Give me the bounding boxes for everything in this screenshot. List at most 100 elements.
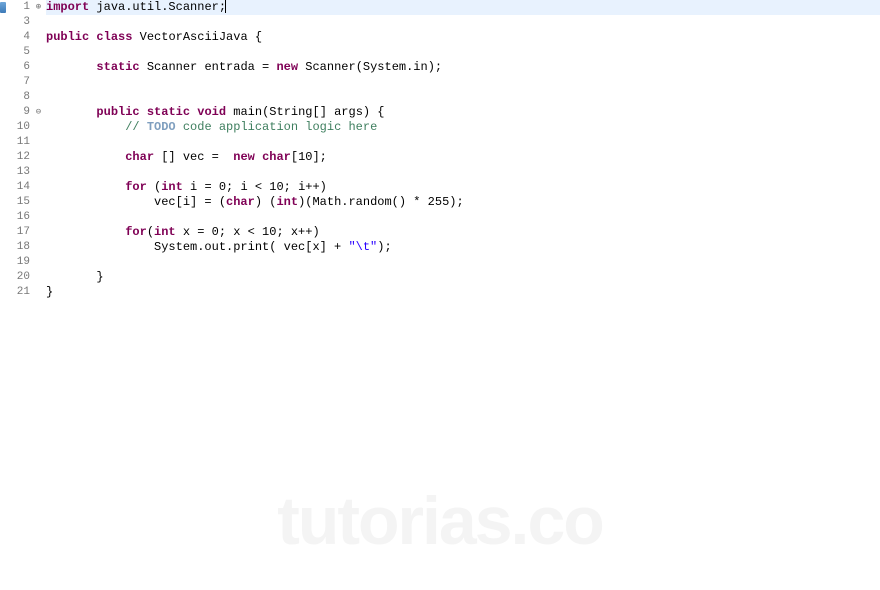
code-line[interactable]: [46, 255, 880, 270]
token-plain: [46, 150, 125, 164]
token-com: code application logic here: [176, 120, 378, 134]
token-plain: }: [46, 285, 53, 299]
code-line[interactable]: for (int i = 0; i < 10; i++): [46, 180, 880, 195]
token-kw: class: [96, 30, 132, 44]
line-number: 18: [6, 240, 30, 255]
fold-cell: [34, 30, 44, 45]
code-line[interactable]: }: [46, 285, 880, 300]
code-line[interactable]: char [] vec = new char[10];: [46, 150, 880, 165]
fold-cell: [34, 150, 44, 165]
token-plain: [46, 180, 125, 194]
line-number: 4: [6, 30, 30, 45]
line-number: 7: [6, 75, 30, 90]
token-kw: new: [233, 150, 255, 164]
text-cursor: [225, 0, 226, 13]
token-plain: ) (: [255, 195, 277, 209]
fold-cell[interactable]: ⊕: [34, 0, 44, 15]
fold-cell: [34, 285, 44, 300]
code-line[interactable]: [46, 75, 880, 90]
fold-cell: [34, 255, 44, 270]
fold-cell[interactable]: ⊖: [34, 105, 44, 120]
token-plain: }: [46, 270, 104, 284]
token-todo: TODO: [147, 120, 176, 134]
line-number: 5: [6, 45, 30, 60]
collapse-icon[interactable]: ⊖: [34, 108, 43, 117]
token-plain: );: [377, 240, 391, 254]
token-plain: )(Math.random() * 255);: [298, 195, 464, 209]
code-line[interactable]: [46, 90, 880, 105]
code-line[interactable]: for(int x = 0; x < 10; x++): [46, 225, 880, 240]
token-kw: public: [46, 30, 89, 44]
token-plain: (: [147, 180, 161, 194]
code-editor[interactable]: 13456789101112131415161718192021 ⊕⊖ impo…: [0, 0, 880, 590]
token-kw: static: [96, 60, 139, 74]
code-area[interactable]: import java.util.Scanner; public class Ve…: [44, 0, 880, 590]
fold-cell: [34, 75, 44, 90]
token-plain: [10];: [291, 150, 327, 164]
token-plain: [] vec =: [154, 150, 233, 164]
fold-cell: [34, 120, 44, 135]
token-kw: int: [154, 225, 176, 239]
fold-cell: [34, 180, 44, 195]
code-line[interactable]: [46, 15, 880, 30]
token-plain: [46, 225, 125, 239]
code-line[interactable]: [46, 210, 880, 225]
line-number: 8: [6, 90, 30, 105]
fold-cell: [34, 270, 44, 285]
token-kw: char: [125, 150, 154, 164]
token-kw: int: [161, 180, 183, 194]
code-line[interactable]: public static void main(String[] args) {: [46, 105, 880, 120]
line-number: 10: [6, 120, 30, 135]
token-plain: main(String[] args) {: [226, 105, 384, 119]
token-kw: char: [262, 150, 291, 164]
token-plain: (: [147, 225, 154, 239]
code-line[interactable]: public class VectorAsciiJava {: [46, 30, 880, 45]
token-com: //: [125, 120, 147, 134]
fold-cell: [34, 210, 44, 225]
fold-cell: [34, 45, 44, 60]
fold-cell: [34, 165, 44, 180]
code-line[interactable]: }: [46, 270, 880, 285]
fold-cell: [34, 195, 44, 210]
code-line[interactable]: [46, 45, 880, 60]
fold-cell: [34, 135, 44, 150]
code-line[interactable]: System.out.print( vec[x] + "\t");: [46, 240, 880, 255]
code-line[interactable]: vec[i] = (char) (int)(Math.random() * 25…: [46, 195, 880, 210]
token-plain: [255, 150, 262, 164]
token-kw: public: [96, 105, 139, 119]
line-number: 21: [6, 285, 30, 300]
line-number: 12: [6, 150, 30, 165]
code-line[interactable]: import java.util.Scanner;: [46, 0, 880, 15]
token-kw: void: [197, 105, 226, 119]
token-plain: vec[i] = (: [46, 195, 226, 209]
token-plain: [46, 120, 125, 134]
token-plain: Scanner entrada =: [140, 60, 277, 74]
line-number: 9: [6, 105, 30, 120]
token-kw: for: [125, 225, 147, 239]
token-kw: new: [276, 60, 298, 74]
fold-cell: [34, 60, 44, 75]
fold-cell: [34, 225, 44, 240]
expand-icon[interactable]: ⊕: [34, 3, 43, 12]
line-number: 1: [6, 0, 30, 15]
token-plain: System.out.print( vec[x] +: [46, 240, 348, 254]
line-number: 3: [6, 15, 30, 30]
line-number: 16: [6, 210, 30, 225]
token-kw: static: [147, 105, 190, 119]
code-line[interactable]: // TODO code application logic here: [46, 120, 880, 135]
line-number: 20: [6, 270, 30, 285]
fold-column: ⊕⊖: [34, 0, 44, 590]
token-kw: int: [276, 195, 298, 209]
line-number: 11: [6, 135, 30, 150]
line-number: 19: [6, 255, 30, 270]
code-line[interactable]: static Scanner entrada = new Scanner(Sys…: [46, 60, 880, 75]
code-line[interactable]: [46, 135, 880, 150]
token-plain: i = 0; i < 10; i++): [183, 180, 327, 194]
token-plain: java.util.Scanner;: [89, 0, 226, 14]
code-line[interactable]: [46, 165, 880, 180]
line-number: 6: [6, 60, 30, 75]
token-plain: Scanner(System.in);: [298, 60, 442, 74]
token-plain: [46, 105, 96, 119]
fold-cell: [34, 90, 44, 105]
token-kw: char: [226, 195, 255, 209]
